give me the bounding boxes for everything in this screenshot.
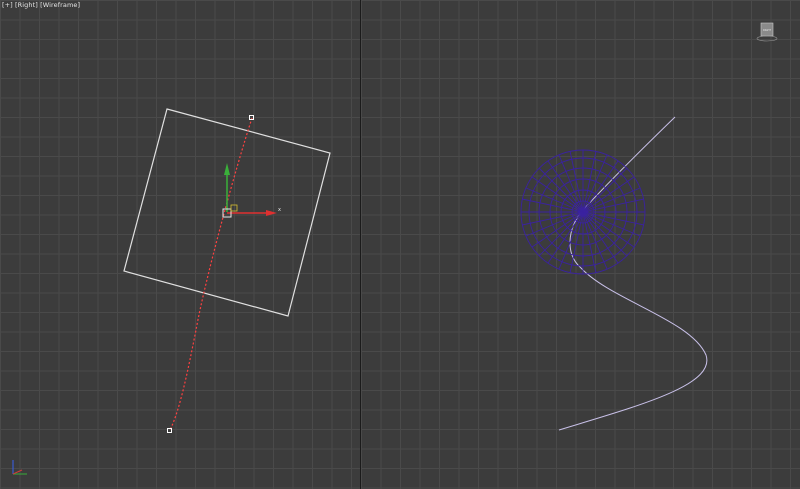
app-window: [+] [Right] [Wireframe] x RIGHT (0, 0, 800, 489)
path-curve[interactable] (558, 116, 708, 431)
sphere-object[interactable] (520, 149, 646, 275)
gizmo-y-arrow[interactable] (224, 163, 230, 175)
viewcube-face-label: RIGHT (763, 28, 772, 32)
gizmo-x-arrow[interactable] (266, 210, 277, 216)
left-scene: x (12, 108, 331, 475)
axis-tripod (12, 460, 27, 475)
selected-path[interactable] (169, 117, 253, 431)
move-gizmo[interactable]: x (222, 163, 281, 218)
gizmo-xy-plane-handle[interactable] (230, 204, 238, 212)
gizmo-x-label: x (278, 207, 281, 213)
viewport-right-view[interactable]: [+] [Right] [Wireframe] x (0, 0, 360, 489)
right-scene (520, 116, 708, 431)
viewport-perspective[interactable]: RIGHT (361, 0, 800, 489)
viewcube[interactable]: RIGHT (756, 22, 778, 42)
